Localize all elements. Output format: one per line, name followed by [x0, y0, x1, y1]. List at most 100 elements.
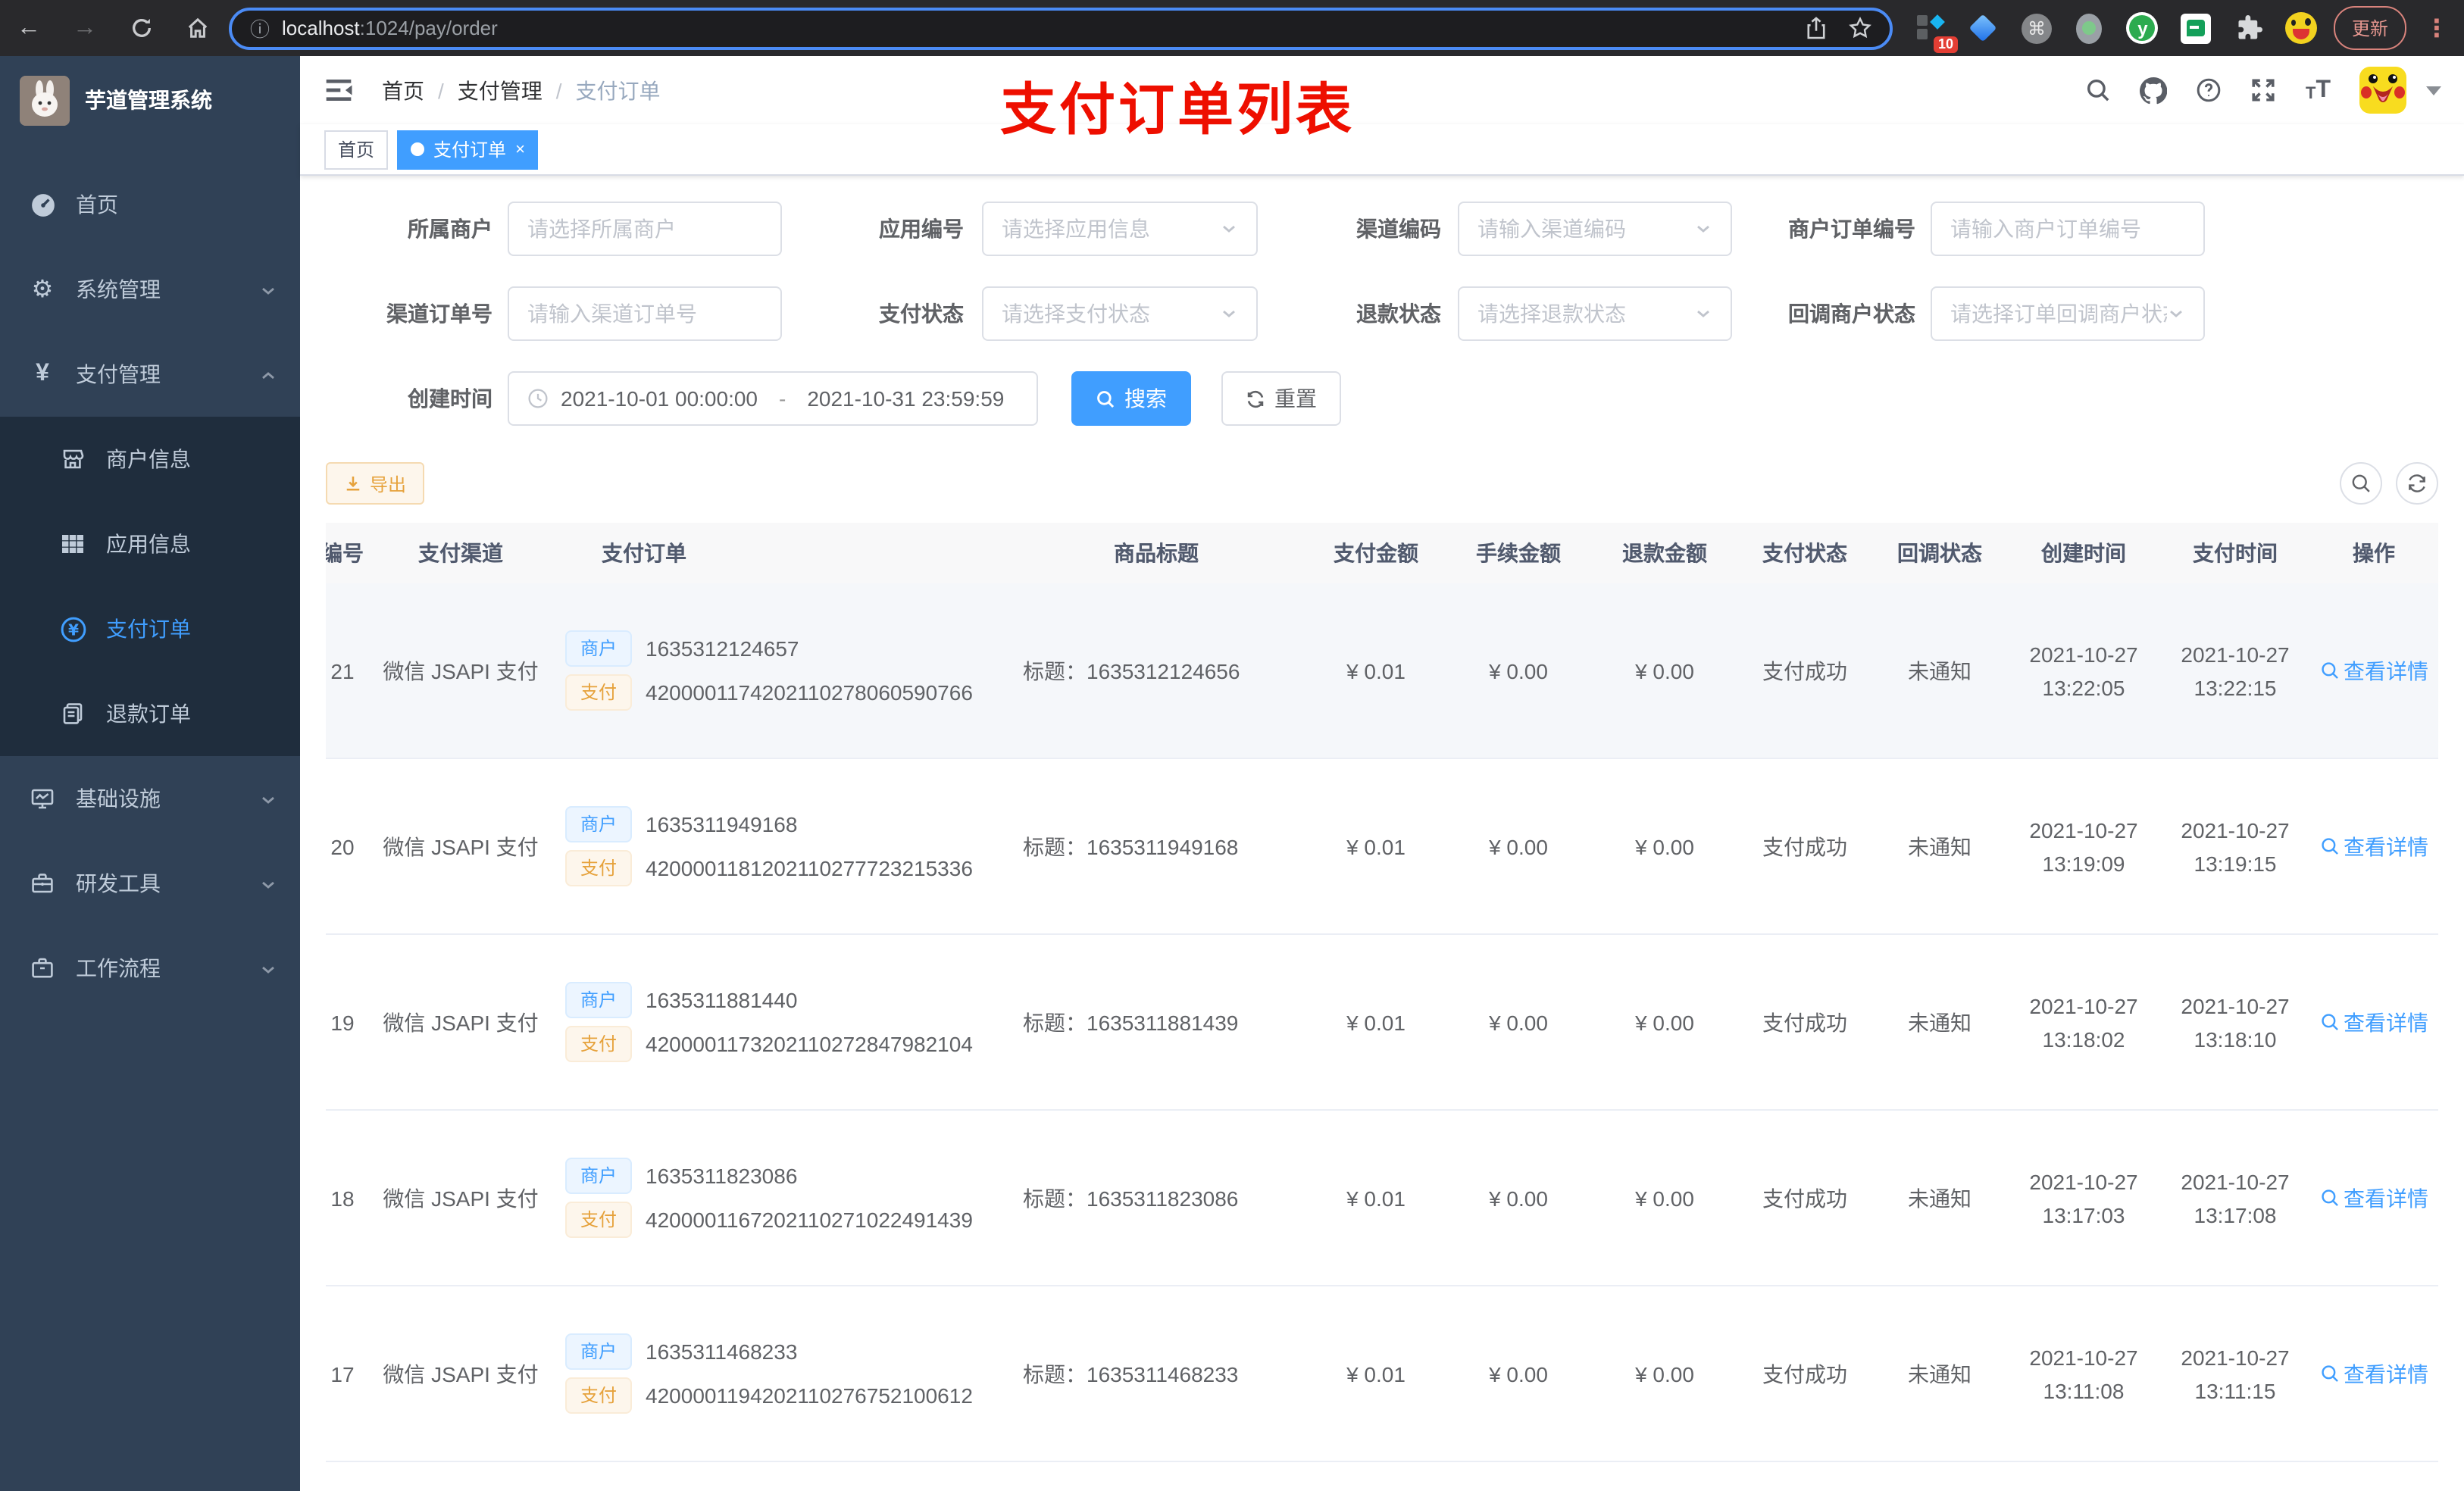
- filter-input-0-3[interactable]: 请输入商户订单编号: [1931, 202, 2205, 256]
- y-extension-icon[interactable]: y: [2126, 11, 2159, 45]
- browser-update-button[interactable]: 更新: [2333, 6, 2406, 50]
- font-size-icon[interactable]: TT: [2306, 77, 2331, 102]
- bunny-avatar: [20, 75, 70, 125]
- back-icon[interactable]: ←: [15, 14, 42, 42]
- sidebar-item-5[interactable]: ¥ 支付订单: [0, 586, 300, 671]
- star-icon[interactable]: [1849, 17, 1871, 39]
- cell-fee: ¥ 0.00: [1444, 758, 1593, 935]
- placeholder-text: 请选择订单回调商户状态: [1950, 302, 2167, 326]
- dropdown-caret-icon[interactable]: [2426, 86, 2441, 95]
- tag-dot: [411, 142, 425, 156]
- table-row-4: 17 微信 JSAPI 支付 商户 1635311468233 支付 4200001194…: [326, 1286, 2438, 1462]
- sidebar-item-8[interactable]: 研发工具: [0, 841, 300, 926]
- cell-actions: 查看详情: [2309, 1110, 2438, 1286]
- sidebar-item-6[interactable]: 退款订单: [0, 671, 300, 756]
- svg-text:¥: ¥: [67, 620, 78, 638]
- create-time-range-input[interactable]: 2021-10-01 00:00:00 - 2021-10-31 23:59:5…: [508, 371, 1038, 426]
- order-no: 1635311881440: [646, 988, 798, 1012]
- cell-channel: 微信 JSAPI 支付: [371, 758, 550, 935]
- filter-select-0-2[interactable]: 请输入渠道编码: [1458, 202, 1732, 256]
- puzzle-icon[interactable]: [2232, 11, 2265, 45]
- emoji-extension-icon[interactable]: [2285, 11, 2319, 45]
- sidebar-item-2[interactable]: ¥ 支付管理: [0, 332, 300, 417]
- url-host: localhost: [282, 17, 360, 39]
- help-icon[interactable]: [2197, 77, 2222, 103]
- table-row-0: 21 微信 JSAPI 支付 商户 1635312124657 支付 4200001174…: [326, 583, 2438, 759]
- sidebar-item-9[interactable]: 工作流程: [0, 926, 300, 1011]
- tag-item[interactable]: 首页: [324, 130, 389, 169]
- sidebar-item-4[interactable]: 应用信息: [0, 502, 300, 586]
- toggle-search-button[interactable]: [2340, 462, 2382, 505]
- filter-input-0-0[interactable]: 请选择所属商户: [508, 202, 782, 256]
- column-header-2: 支付订单: [550, 523, 1005, 583]
- reset-button[interactable]: 重置: [1221, 371, 1341, 426]
- yen-icon: ¥: [36, 361, 49, 386]
- sidebar-item-label: 支付订单: [106, 617, 191, 641]
- placeholder-text: 请输入渠道订单号: [527, 302, 697, 326]
- cell-refund: ¥ 0.00: [1593, 758, 1737, 935]
- sidebar-item-1[interactable]: ⚙ 系统管理: [0, 247, 300, 332]
- table-toolbar: 导出: [326, 462, 2438, 505]
- placeholder-text: 请选择支付状态: [1002, 302, 1150, 326]
- table-row-2: 19 微信 JSAPI 支付 商户 1635311881440 支付 4200001173…: [326, 934, 2438, 1111]
- home-icon[interactable]: [183, 14, 211, 42]
- address-bar[interactable]: ⓘ localhost:1024/pay/order: [229, 7, 1893, 49]
- filter-select-1-3[interactable]: 请选择订单回调商户状态: [1931, 286, 2205, 341]
- sidebar-item-0[interactable]: 首页: [0, 162, 300, 247]
- column-header-1: 支付渠道: [371, 523, 550, 583]
- command-icon[interactable]: ⌘: [2020, 11, 2053, 45]
- info-icon[interactable]: ⓘ: [250, 14, 270, 42]
- breadcrumb-item[interactable]: 首页: [382, 75, 424, 105]
- cell-order: 商户 1635312124657 支付 42000011742021102780605…: [550, 583, 1005, 759]
- filter-select-1-2[interactable]: 请选择退款状态: [1458, 286, 1732, 341]
- browser-menu-icon[interactable]: ⋮: [2425, 13, 2449, 43]
- chat-extension-icon[interactable]: [2179, 11, 2212, 45]
- sidebar-fold-icon[interactable]: [323, 73, 356, 107]
- gear-icon: ⚙: [31, 274, 54, 303]
- reload-icon[interactable]: [127, 14, 155, 42]
- cell-pay-time: 2021-10-27 13:19:15: [2161, 758, 2309, 935]
- cell-amount: ¥ 0.01: [1308, 1286, 1444, 1462]
- refresh-button[interactable]: [2396, 462, 2438, 505]
- orders-table-wrap: 编号支付渠道支付订单商品标题支付金额手续金额退款金额支付状态回调状态创建时间支付…: [326, 523, 2438, 1491]
- view-detail-link[interactable]: 查看详情: [2319, 831, 2428, 861]
- filter-input-1-0[interactable]: 请输入渠道订单号: [508, 286, 782, 341]
- extension-badge: 10: [1933, 36, 1958, 52]
- breadcrumb-item[interactable]: 支付管理: [458, 75, 543, 105]
- github-icon[interactable]: [2140, 77, 2168, 104]
- date-separator: -: [779, 386, 786, 411]
- fullscreen-icon[interactable]: [2251, 77, 2277, 103]
- breadcrumb-separator: /: [555, 78, 562, 102]
- sidebar-item-7[interactable]: 基础设施: [0, 756, 300, 841]
- filter-label: 渠道编码: [1356, 217, 1441, 241]
- view-detail-link[interactable]: 查看详情: [2319, 655, 2428, 686]
- sidebar-logo[interactable]: 芋道管理系统: [0, 56, 300, 144]
- filter-select-0-1[interactable]: 请选择应用信息: [982, 202, 1258, 256]
- filter-select-1-1[interactable]: 请选择支付状态: [982, 286, 1258, 341]
- cell-create-time: 2021-10-27 13:19:09: [2006, 758, 2161, 935]
- cell-id: 18: [326, 1110, 371, 1286]
- extensions-grid-icon[interactable]: 10: [1914, 11, 1958, 52]
- cell-actions: 查看详情: [2309, 934, 2438, 1111]
- gem-icon[interactable]: [1967, 11, 2000, 45]
- sidebar-item-label: 应用信息: [106, 532, 191, 556]
- tag-active[interactable]: 支付订单 ×: [397, 130, 539, 169]
- view-detail-link[interactable]: 查看详情: [2319, 1183, 2428, 1213]
- recorder-icon[interactable]: [2073, 11, 2106, 45]
- close-icon[interactable]: ×: [515, 140, 525, 158]
- table-row-3: 18 微信 JSAPI 支付 商户 1635311823086 支付 4200001167…: [326, 1110, 2438, 1286]
- cell-channel: 微信 JSAPI 支付: [371, 1286, 550, 1462]
- share-icon[interactable]: [1806, 17, 1826, 39]
- forward-icon[interactable]: →: [71, 14, 98, 42]
- export-button[interactable]: 导出: [326, 462, 425, 505]
- search-button[interactable]: 搜索: [1071, 371, 1191, 426]
- cell-amount: ¥ 0.01: [1308, 583, 1444, 759]
- sidebar: 芋道管理系统 首页 ⚙ 系统管理 ¥ 支付管理 商户信息应用信息 ¥ 支付订单退款订单 基础设施…: [0, 56, 300, 1491]
- pikachu-avatar[interactable]: [2359, 67, 2406, 114]
- view-detail-link[interactable]: 查看详情: [2319, 1007, 2428, 1037]
- search-icon[interactable]: [2086, 77, 2112, 103]
- view-detail-link[interactable]: 查看详情: [2319, 1358, 2428, 1389]
- sidebar-item-3[interactable]: 商户信息: [0, 417, 300, 502]
- tag-label: 首页: [338, 139, 375, 161]
- clock-icon: [527, 388, 549, 409]
